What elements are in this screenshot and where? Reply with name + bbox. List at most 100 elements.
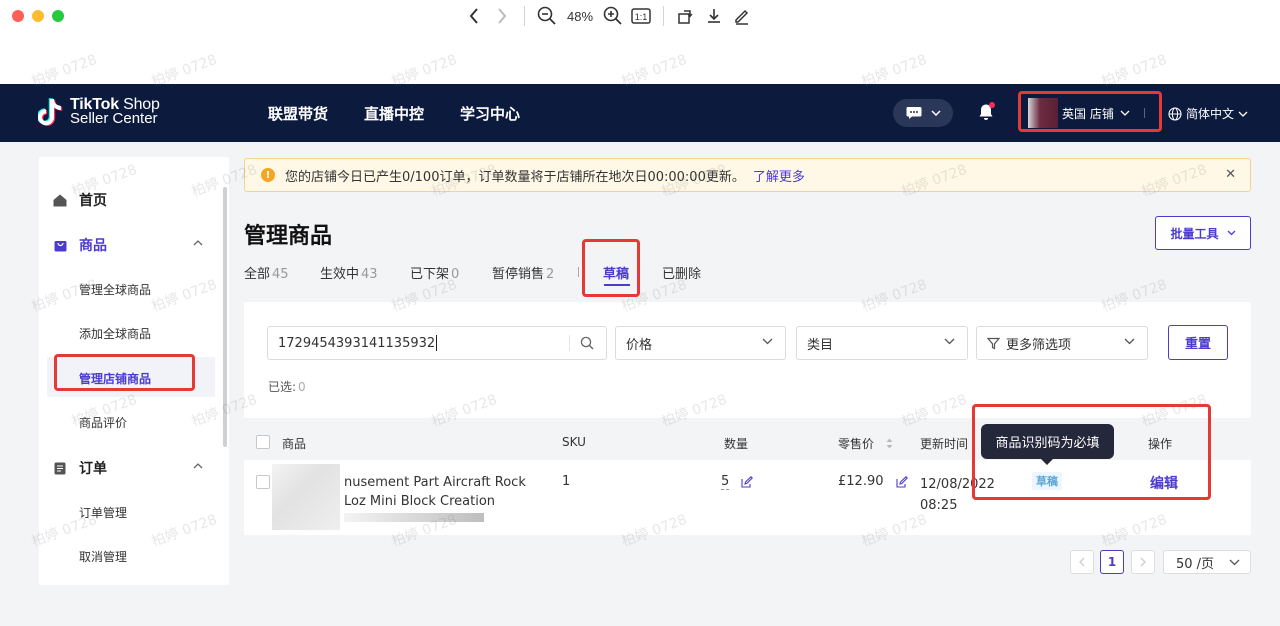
markup-icon[interactable] <box>728 4 756 28</box>
category-filter-label: 类目 <box>807 337 834 353</box>
column-header-price[interactable]: 零售价 <box>838 435 893 452</box>
batch-tools-label: 批量工具 <box>1170 226 1219 241</box>
chevron-down-icon <box>1124 338 1135 345</box>
edit-quantity-icon[interactable] <box>741 475 754 488</box>
sidebar-subitem-order-manage[interactable]: 订单管理 <box>79 504 127 521</box>
more-filters-label: 更多筛选项 <box>1006 337 1072 353</box>
svg-text:1:1: 1:1 <box>635 12 648 22</box>
notification-bell-icon[interactable] <box>978 102 995 125</box>
window-controls <box>12 10 64 22</box>
filter-panel: 1729454393141135932 价格 类目 更多筛选项 重置 已选: 0 <box>244 302 1251 418</box>
sidebar-scrollbar[interactable] <box>223 187 227 447</box>
search-icon[interactable] <box>580 336 594 350</box>
sidebar-item-products[interactable]: 商品 <box>53 235 107 255</box>
chevron-up-icon[interactable] <box>193 238 203 249</box>
chevron-up-icon[interactable] <box>193 461 203 472</box>
page-size-select[interactable]: 50 /页 <box>1163 550 1251 574</box>
close-icon[interactable]: ✕ <box>1225 167 1236 182</box>
prev-page-button[interactable] <box>1070 550 1094 574</box>
highlight-box-draft-tab <box>582 239 640 297</box>
column-header-sku: SKU <box>562 435 586 449</box>
product-id-blurred <box>344 513 484 522</box>
zoom-level: 48% <box>567 8 594 24</box>
tiktok-shop-logo[interactable]: TikTok Shop Seller Center <box>38 97 160 127</box>
tab-all[interactable]: 全部 45 <box>244 263 289 282</box>
edit-price-icon[interactable] <box>896 475 908 488</box>
chat-button[interactable] <box>893 99 953 127</box>
sidebar-item-orders[interactable]: 订单 <box>53 458 107 478</box>
language-switcher[interactable]: 简体中文 <box>1168 105 1248 122</box>
sidebar-item-label: 订单 <box>79 461 107 477</box>
search-input-value: 1729454393141135932 <box>278 335 436 351</box>
chevron-down-icon <box>1229 559 1240 566</box>
highlight-box-status <box>972 404 1211 500</box>
sku-count: 1 <box>562 474 571 489</box>
tiktok-logo-icon <box>38 98 63 126</box>
batch-tools-button[interactable]: 批量工具 <box>1155 216 1251 250</box>
select-all-checkbox[interactable] <box>256 435 270 449</box>
back-icon[interactable] <box>460 4 488 28</box>
learn-more-link[interactable]: 了解更多 <box>753 166 805 185</box>
reset-button[interactable]: 重置 <box>1168 325 1228 360</box>
order-list-icon <box>53 461 67 475</box>
zoom-out-icon[interactable] <box>533 4 561 28</box>
page-title: 管理商品 <box>244 224 333 249</box>
language-label: 简体中文 <box>1186 107 1235 121</box>
logo-subtitle: Seller Center <box>70 110 158 127</box>
tab-deleted[interactable]: 已删除 <box>662 263 701 282</box>
close-window-button[interactable] <box>12 10 24 22</box>
nav-link-affiliate[interactable]: 联盟带货 <box>268 103 328 124</box>
page-button-current[interactable]: 1 <box>1100 550 1124 574</box>
sidebar-subitem-add-global[interactable]: 添加全球商品 <box>79 325 151 342</box>
sidebar-item-home[interactable]: 首页 <box>53 190 107 210</box>
sidebar-subitem-manage-global[interactable]: 管理全球商品 <box>79 281 151 298</box>
search-input[interactable]: 1729454393141135932 <box>267 326 607 360</box>
next-page-button[interactable] <box>1131 550 1155 574</box>
zoom-window-button[interactable] <box>52 10 64 22</box>
chevron-down-icon <box>930 110 941 116</box>
sort-icon <box>886 438 893 449</box>
price-cell[interactable]: £12.90 <box>838 474 908 489</box>
actual-size-icon[interactable]: 1:1 <box>627 4 655 28</box>
tab-delisted[interactable]: 已下架 0 <box>410 263 459 282</box>
banner-text: 您的店铺今日已产生0/100订单，订单数量将于店铺所在地次日00:00:00更新… <box>285 169 745 185</box>
forward-icon[interactable] <box>488 4 516 28</box>
highlight-box-manage-store <box>54 354 195 391</box>
product-thumbnail[interactable] <box>272 464 340 530</box>
chevron-down-icon <box>944 338 955 345</box>
page-size-label: 50 /页 <box>1176 556 1215 572</box>
price-filter-select[interactable]: 价格 <box>615 326 786 360</box>
rotate-icon[interactable] <box>672 4 700 28</box>
more-filters-select[interactable]: 更多筛选项 <box>976 326 1148 360</box>
tab-active[interactable]: 生效中 43 <box>320 263 378 282</box>
chevron-down-icon <box>1238 111 1248 117</box>
product-name[interactable]: nusement Part Aircraft Rock Loz Mini Blo… <box>344 473 526 511</box>
warning-icon: ! <box>261 168 275 182</box>
column-header-product: 商品 <box>282 437 307 451</box>
globe-icon <box>1168 106 1182 121</box>
viewer-toolbar: 48% 1:1 <box>0 0 1280 84</box>
notification-dot <box>989 102 995 108</box>
zoom-in-icon[interactable] <box>599 4 627 28</box>
nav-link-learning[interactable]: 学习中心 <box>460 103 520 124</box>
price-filter-label: 价格 <box>626 337 653 353</box>
home-icon <box>53 193 67 207</box>
nav-link-live[interactable]: 直播中控 <box>364 103 424 124</box>
filter-funnel-icon <box>987 337 1000 349</box>
chevron-down-icon <box>762 338 773 345</box>
tab-suspended[interactable]: 暂停销售 2 <box>492 263 554 282</box>
shopping-bag-icon <box>53 238 67 252</box>
column-header-updated: 更新时间 <box>920 437 969 451</box>
minimize-window-button[interactable] <box>32 10 44 22</box>
sidebar-subitem-reviews[interactable]: 商品评价 <box>79 414 127 431</box>
category-filter-select[interactable]: 类目 <box>796 326 968 360</box>
tab-divider <box>578 267 579 277</box>
sidebar-subitem-cancel-manage[interactable]: 取消管理 <box>79 548 127 565</box>
quantity-cell[interactable]: 5 <box>721 474 754 490</box>
download-icon[interactable] <box>700 4 728 28</box>
row-checkbox[interactable] <box>256 475 270 489</box>
highlight-box-store <box>1018 91 1162 132</box>
chevron-right-icon <box>1140 557 1146 567</box>
chat-icon <box>906 107 921 119</box>
selected-count: 已选: 0 <box>268 380 306 394</box>
